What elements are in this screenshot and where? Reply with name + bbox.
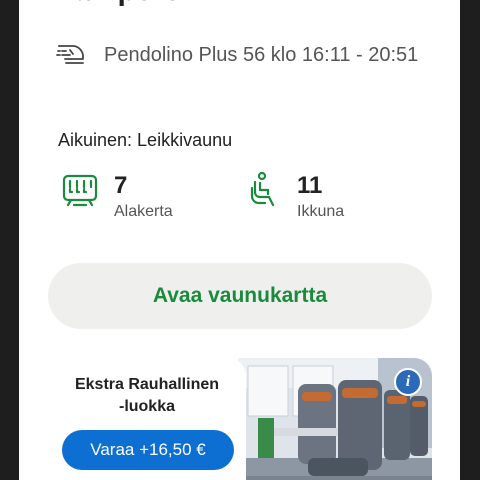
promo-panel: Ekstra Rauhallinen -luokka Varaa +16,50 …: [48, 358, 246, 480]
train-car-icon: [60, 170, 100, 210]
car-number: 7: [114, 172, 128, 199]
train-icon: [56, 38, 86, 73]
car-label: Alakerta: [114, 203, 173, 220]
trip-card: Tampere Pendolino Plus 56 klo 16:11 - 20…: [19, 0, 460, 480]
seat-icon: [243, 170, 283, 210]
destination-title: Tampere: [58, 0, 181, 8]
seat-info: 11 Ikkuna: [243, 170, 344, 222]
car-info: 7 Alakerta: [60, 170, 173, 222]
book-upgrade-button[interactable]: Varaa +16,50 €: [62, 430, 234, 470]
upgrade-promo-card[interactable]: Ekstra Rauhallinen -luokka Varaa +16,50 …: [48, 358, 432, 480]
seat-label: Ikkuna: [297, 203, 345, 220]
passenger-type: Aikuinen: Leikkivaunu: [58, 130, 233, 150]
seat-number: 11: [297, 172, 323, 199]
train-info: Pendolino Plus 56 klo 16:11 - 20:51: [104, 43, 419, 66]
train-row: Pendolino Plus 56 klo 16:11 - 20:51: [56, 40, 418, 70]
promo-title: Ekstra Rauhallinen -luokka: [74, 376, 220, 415]
open-car-map-button[interactable]: Avaa vaunukartta: [48, 263, 432, 329]
info-icon[interactable]: i: [394, 368, 422, 396]
